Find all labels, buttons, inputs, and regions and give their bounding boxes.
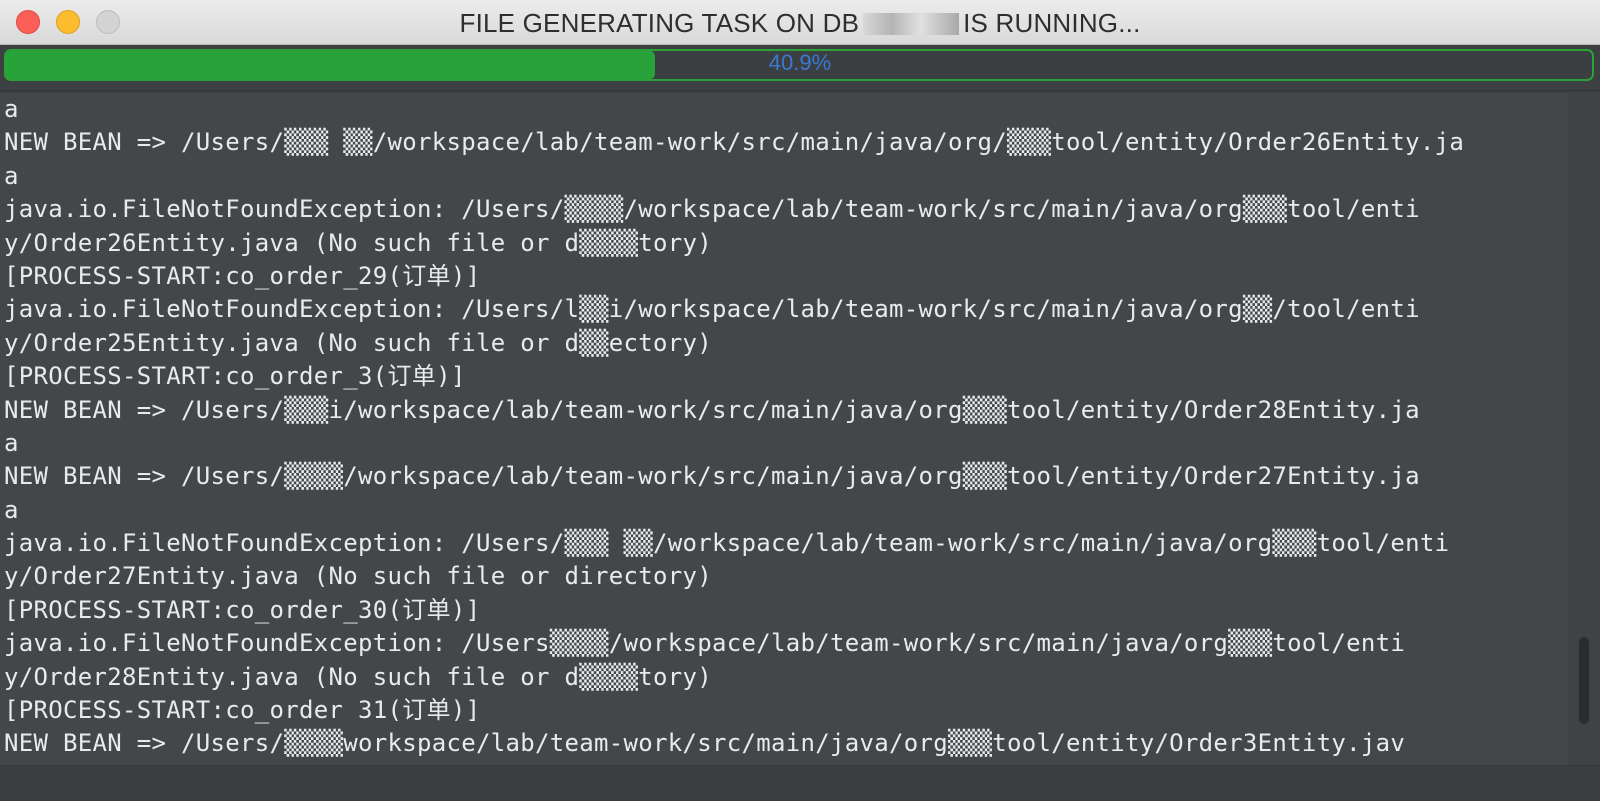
console-line: a [4, 495, 19, 524]
console-line: y/Order26Entity.java (No such file or d▒… [4, 228, 712, 257]
redacted-db-name [863, 13, 960, 35]
console-line: java.io.FileNotFoundException: /Users▒▒▒… [4, 629, 1406, 658]
console-line: [PROCESS-START:co_order_29(订单)] [4, 261, 481, 290]
console-line: a [4, 95, 19, 123]
console-line: java.io.FileNotFoundException: /Users/l▒… [4, 295, 1420, 324]
console-line: NEW BEAN => /Users/▒▒▒i/workspace/lab/te… [4, 395, 1420, 424]
scrollbar-thumb[interactable] [1579, 637, 1589, 724]
progress-percent-label: 40.9% [768, 50, 832, 75]
console-line: y/Order25Entity.java (No such file or d▒… [4, 328, 712, 357]
app-window: FILE GENERATING TASK ON DB IS RUNNING... … [0, 0, 1600, 801]
console-line: a [4, 428, 19, 457]
console-line: java.io.FileNotFoundException: /Users/▒▒… [4, 529, 1450, 558]
window-title-suffix: IS RUNNING... [963, 8, 1141, 38]
status-bar [0, 765, 1600, 801]
window-title: FILE GENERATING TASK ON DB IS RUNNING... [0, 8, 1600, 39]
console-line: NEW BEAN => /Users/▒▒▒▒/workspace/lab/te… [4, 462, 1420, 491]
console-line: [PROCESS-START:co_order 31(订单)] [4, 696, 481, 725]
console-line: NEW BEAN => /Users/▒▒▒ ▒▒/workspace/lab/… [4, 128, 1465, 157]
title-bar[interactable]: FILE GENERATING TASK ON DB IS RUNNING... [0, 0, 1600, 45]
console-line: a [4, 161, 19, 190]
progress-area: 40.9% [0, 45, 1600, 93]
divider [0, 90, 1600, 91]
console-scrollbar[interactable] [1568, 93, 1600, 765]
console-line: [PROCESS-START:co_order_30(订单)] [4, 595, 481, 624]
console-line: [PROCESS-START:co_order_3(订单)] [4, 362, 466, 391]
window-title-prefix: FILE GENERATING TASK ON DB [459, 8, 860, 38]
console-line: NEW BEAN => /Users/▒▒▒▒workspace/lab/tea… [4, 729, 1406, 758]
console-line: java.io.FileNotFoundException: /Users/▒▒… [4, 195, 1420, 224]
console-output[interactable]: a NEW BEAN => /Users/▒▒▒ ▒▒/workspace/lab… [0, 93, 1568, 763]
console-line: y/Order27Entity.java (No such file or di… [4, 562, 712, 591]
console-line: y/Order28Entity.java (No such file or d▒… [4, 662, 712, 691]
